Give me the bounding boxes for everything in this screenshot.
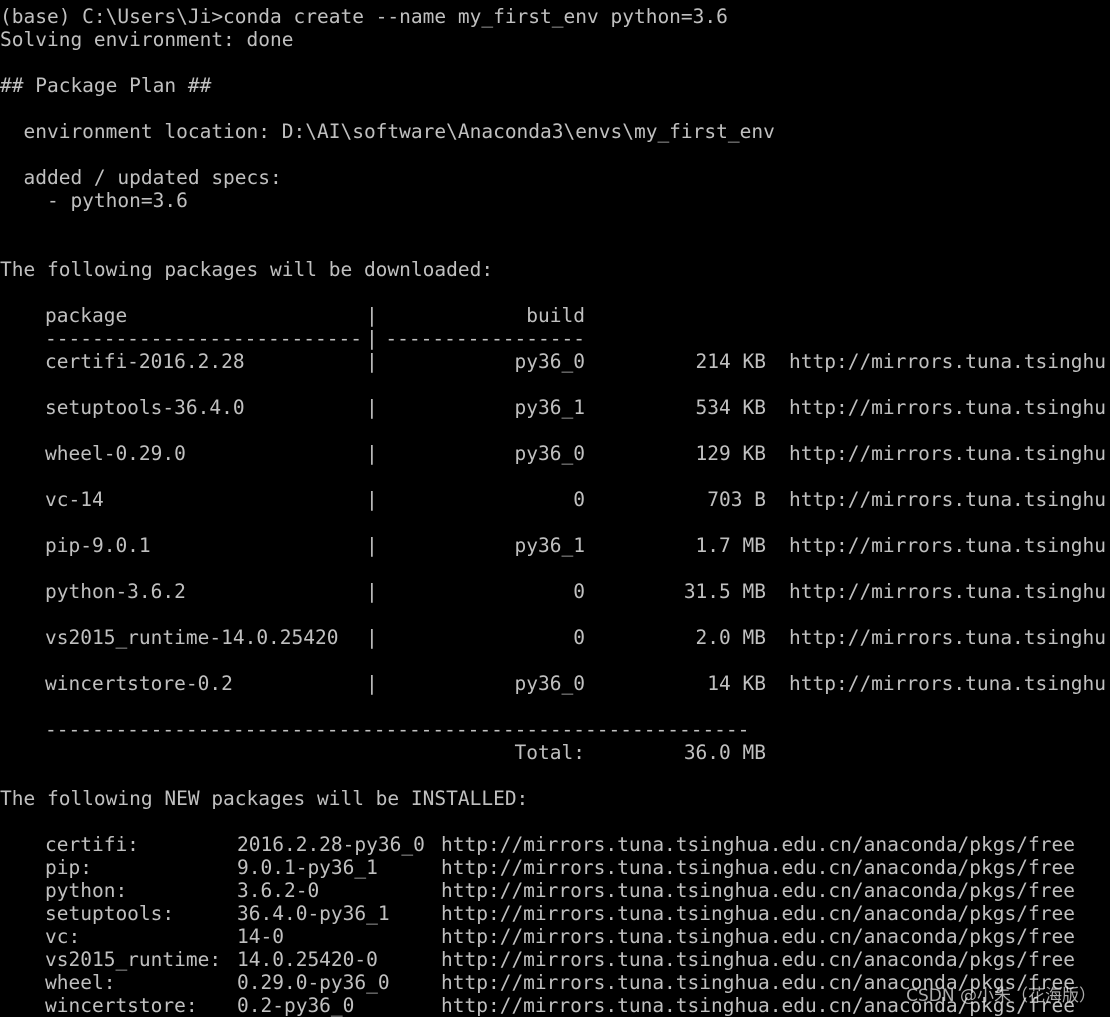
table-header-divider: | [366, 327, 378, 350]
column-divider: | [366, 350, 378, 373]
download-heading: The following packages will be downloade… [0, 258, 494, 281]
spec-line: - python=3.6 [0, 189, 188, 212]
package-build: 0 [573, 488, 585, 511]
installed-package-name: certifi: [45, 833, 139, 856]
table-header-separator-left: --------------------------- [45, 327, 362, 350]
column-divider: | [366, 396, 378, 419]
installed-package-name: wheel: [45, 971, 116, 994]
installed-package-channel: http://mirrors.tuna.tsinghua.edu.cn/anac… [441, 902, 1075, 925]
environment-location-line: environment location: D:\AI\software\Ana… [0, 120, 775, 143]
installed-package-channel: http://mirrors.tuna.tsinghua.edu.cn/anac… [441, 833, 1075, 856]
installed-package-name: pip: [45, 856, 92, 879]
table-header-divider: | [366, 304, 378, 327]
package-name: certifi-2016.2.28 [45, 350, 245, 373]
package-size: 214 KB [695, 350, 766, 373]
package-size: 2.0 MB [695, 626, 766, 649]
installed-package-version: 36.4.0-py36_1 [237, 902, 390, 925]
installed-package-name: vs2015_runtime: [45, 948, 222, 971]
installed-package-version: 2016.2.28-py36_0 [237, 833, 425, 856]
package-channel: http://mirrors.tuna.tsinghu [789, 626, 1106, 649]
terminal-window[interactable]: (base) C:\Users\Ji>conda create --name m… [0, 0, 1110, 1017]
package-name: python-3.6.2 [45, 580, 186, 603]
package-size: 31.5 MB [683, 580, 766, 603]
package-plan-heading: ## Package Plan ## [0, 74, 212, 97]
table-footer-separator: ----------------------------------------… [45, 718, 750, 741]
installed-package-channel: http://mirrors.tuna.tsinghua.edu.cn/anac… [441, 948, 1075, 971]
package-channel: http://mirrors.tuna.tsinghu [789, 580, 1106, 603]
total-label: Total: [514, 741, 585, 764]
package-size: 534 KB [695, 396, 766, 419]
column-divider: | [366, 580, 378, 603]
installed-package-name: wincertstore: [45, 994, 198, 1017]
installed-package-name: python: [45, 879, 128, 902]
package-name: vs2015_runtime-14.0.25420 [45, 626, 339, 649]
package-name: wincertstore-0.2 [45, 672, 233, 695]
package-build: 0 [573, 626, 585, 649]
package-name: setuptools-36.4.0 [45, 396, 245, 419]
installed-package-version: 0.2-py36_0 [237, 994, 355, 1017]
table-header-package: package [45, 304, 128, 327]
total-value: 36.0 MB [683, 741, 766, 764]
package-size: 14 KB [707, 672, 766, 695]
package-channel: http://mirrors.tuna.tsinghu [789, 672, 1106, 695]
package-name: pip-9.0.1 [45, 534, 151, 557]
specs-heading: added / updated specs: [0, 166, 282, 189]
package-build: py36_0 [514, 442, 585, 465]
installed-heading: The following NEW packages will be INSTA… [0, 787, 529, 810]
table-header-separator-right: ----------------- [385, 327, 585, 350]
package-channel: http://mirrors.tuna.tsinghu [789, 396, 1106, 419]
installed-package-name: setuptools: [45, 902, 175, 925]
csdn-watermark: CSDN @小朱（花海版） [906, 986, 1096, 1006]
column-divider: | [366, 534, 378, 557]
package-channel: http://mirrors.tuna.tsinghu [789, 350, 1106, 373]
installed-package-version: 9.0.1-py36_1 [237, 856, 378, 879]
command-prompt-line: (base) C:\Users\Ji>conda create --name m… [0, 5, 728, 28]
package-build: py36_0 [514, 350, 585, 373]
installed-package-channel: http://mirrors.tuna.tsinghua.edu.cn/anac… [441, 879, 1075, 902]
package-build: py36_0 [514, 672, 585, 695]
installed-package-channel: http://mirrors.tuna.tsinghua.edu.cn/anac… [441, 856, 1075, 879]
solving-status-line: Solving environment: done [0, 28, 294, 51]
package-size: 1.7 MB [695, 534, 766, 557]
package-size: 703 B [707, 488, 766, 511]
table-header-build: build [526, 304, 585, 327]
column-divider: | [366, 442, 378, 465]
installed-package-version: 3.6.2-0 [237, 879, 320, 902]
installed-package-version: 14-0 [237, 925, 284, 948]
package-name: vc-14 [45, 488, 104, 511]
package-build: py36_1 [514, 396, 585, 419]
column-divider: | [366, 488, 378, 511]
installed-package-channel: http://mirrors.tuna.tsinghua.edu.cn/anac… [441, 925, 1075, 948]
package-size: 129 KB [695, 442, 766, 465]
package-channel: http://mirrors.tuna.tsinghu [789, 442, 1106, 465]
installed-package-name: vc: [45, 925, 81, 948]
package-build: 0 [573, 580, 585, 603]
column-divider: | [366, 672, 378, 695]
installed-package-version: 0.29.0-py36_0 [237, 971, 390, 994]
installed-package-version: 14.0.25420-0 [237, 948, 378, 971]
package-build: py36_1 [514, 534, 585, 557]
column-divider: | [366, 626, 378, 649]
package-name: wheel-0.29.0 [45, 442, 186, 465]
package-channel: http://mirrors.tuna.tsinghu [789, 534, 1106, 557]
package-channel: http://mirrors.tuna.tsinghu [789, 488, 1106, 511]
